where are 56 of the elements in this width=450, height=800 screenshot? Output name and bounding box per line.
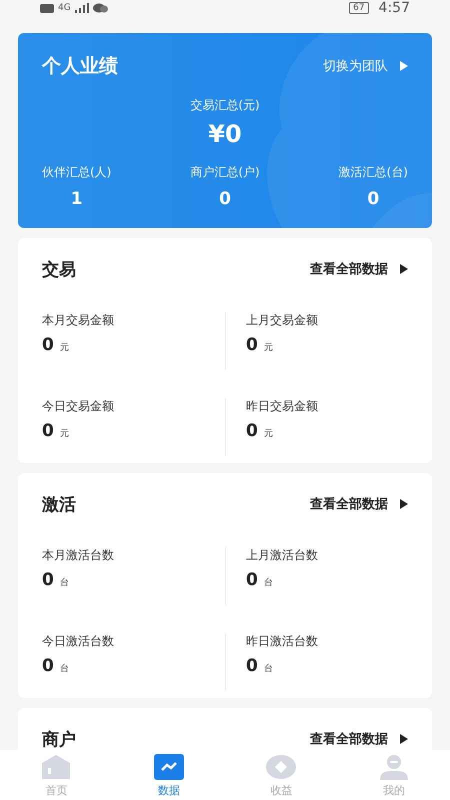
total-value: ¥0 [208, 120, 242, 148]
tab-item[interactable]: 首页 [0, 750, 112, 800]
clock-time: 4:57 [378, 0, 410, 16]
metric-label: 上月激活台数 [246, 547, 319, 564]
tab-item[interactable]: 收益 [225, 750, 338, 800]
stat-value: 1 [70, 189, 83, 209]
metric-unit: 台 [264, 576, 273, 589]
metric-unit: 元 [264, 342, 273, 354]
play-arrow-icon [400, 734, 408, 744]
metric-value: 0 [42, 656, 54, 676]
total-label: 交易汇总(元) [190, 97, 260, 114]
battery-level: 67 [349, 2, 369, 14]
metric-unit: 元 [264, 428, 273, 440]
play-arrow-icon [400, 61, 408, 71]
metric-label: 昨日激活台数 [246, 633, 319, 650]
metric-unit: 台 [264, 662, 273, 675]
view-all-link[interactable]: 查看全部数据 [310, 730, 408, 748]
person-icon [378, 754, 409, 780]
metric-label: 今日交易金额 [42, 398, 115, 415]
section-title: 商户 [42, 728, 76, 750]
metric-label: 今日激活台数 [42, 633, 115, 650]
stat-value: 0 [219, 189, 231, 209]
play-arrow-icon [400, 264, 408, 274]
metric-label: 本月交易金额 [42, 312, 115, 329]
network-label: 4G [58, 3, 71, 13]
stat-label: 伙伴汇总(人) [42, 164, 112, 181]
metric-label: 上月交易金额 [246, 312, 319, 329]
metric-unit: 台 [60, 662, 69, 675]
metric-unit: 台 [60, 576, 69, 589]
metric-value: 0 [42, 421, 54, 441]
metric-value: 0 [42, 335, 54, 355]
metric-label: 昨日交易金额 [246, 398, 319, 415]
house-icon [41, 754, 72, 780]
stat-label: 激活汇总(台) [338, 164, 408, 181]
view-all-link[interactable]: 查看全部数据 [310, 260, 408, 278]
metric-unit: 元 [60, 342, 69, 354]
metric-value: 0 [246, 656, 258, 676]
metric-value: 0 [42, 570, 54, 590]
diamond-coin-icon [266, 754, 296, 780]
play-arrow-icon [400, 499, 408, 509]
summary-title: 个人业绩 [42, 54, 118, 79]
view-all-link[interactable]: 查看全部数据 [310, 495, 408, 513]
metric-value: 0 [246, 335, 258, 355]
stat-label: 商户汇总(户) [190, 164, 260, 181]
chat-bubbles-icon [92, 3, 108, 13]
signal-icon [74, 3, 89, 13]
metric-value: 0 [246, 421, 258, 441]
section-title: 激活 [42, 494, 76, 516]
tab-item[interactable]: 数据 [112, 750, 225, 800]
metric-label: 本月激活台数 [42, 547, 115, 564]
stat-value: 0 [367, 189, 380, 209]
tab-item[interactable]: 我的 [338, 750, 450, 800]
section-title: 交易 [42, 258, 76, 280]
metric-unit: 元 [60, 428, 69, 440]
metric-value: 0 [246, 570, 258, 590]
switch-team-link[interactable]: 切换为团队 [323, 57, 408, 75]
